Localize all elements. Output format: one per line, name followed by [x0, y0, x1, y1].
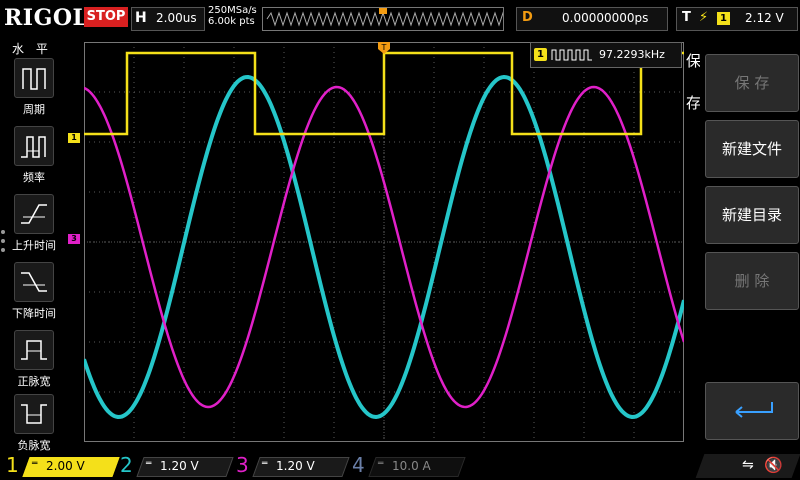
pulse-train-icon [551, 49, 592, 61]
scale-value: 2.00 V [46, 459, 85, 473]
frequency-measurement: 1 97.2293kHz [530, 42, 682, 68]
measure-channel: 1 [534, 48, 547, 61]
return-arrow-icon [735, 402, 773, 418]
measure-positive-width-button[interactable]: 正脉宽 [6, 330, 62, 392]
sample-rate: 250MSa/s [208, 5, 257, 16]
svg-text:T: T [381, 43, 387, 52]
dc-coupling-icon: ═ [32, 459, 38, 469]
delete-button[interactable]: 删 除 [705, 252, 799, 310]
ch1-offset-marker[interactable]: 1 [68, 133, 80, 143]
channel-status-bar: 1 ═ 2.00 V 2 ═ 1.20 V 3 ═ 1.20 V 4 ═ 10.… [0, 452, 800, 480]
save-button[interactable]: 保 存 [705, 54, 799, 112]
channel-number: 1 [6, 453, 19, 477]
channel-number: 3 [236, 453, 249, 477]
menu-title: 水 平 [12, 42, 52, 56]
memory-timeline[interactable] [262, 7, 504, 31]
trigger-level: 2.12 V [745, 11, 784, 25]
measure-frequency-button[interactable]: 频率 [6, 126, 62, 188]
menu-item-label: 负脉宽 [17, 439, 51, 452]
fall-time-icon [14, 262, 54, 302]
channel-number: 2 [120, 453, 133, 477]
channel-number: 4 [352, 453, 365, 477]
acquisition-info: 250MSa/s 6.00k pts [208, 5, 257, 27]
new-folder-button[interactable]: 新建目录 [705, 186, 799, 244]
usb-icon: ⇋ [742, 457, 754, 473]
trigger-source: 1 [717, 12, 730, 25]
measure-fall-time-button[interactable]: 下降时间 [6, 262, 62, 324]
delay-display[interactable]: D 0.00000000ps [516, 7, 668, 31]
speaker-muted-icon[interactable]: 🔇 [764, 456, 783, 474]
rising-edge-icon: ⚡ [699, 10, 709, 25]
menu-item-label: 下降时间 [12, 307, 56, 320]
trigger-label: T [682, 10, 691, 25]
scale-value: 1.20 V [160, 459, 199, 473]
delay-label: D [522, 10, 533, 25]
right-softkey-menu: 保 存 新建文件 新建目录 删 除 [700, 36, 800, 452]
dc-coupling-icon: ═ [262, 459, 268, 469]
measure-negative-width-button[interactable]: 负脉宽 [6, 394, 62, 456]
menu-item-label: 正脉宽 [17, 375, 51, 388]
positive-width-icon [14, 330, 54, 370]
menu-item-label: 频率 [23, 171, 45, 184]
measure-period-button[interactable]: 周期 [6, 58, 62, 120]
dc-coupling-icon: ═ [378, 459, 384, 469]
menu-item-label: 周期 [23, 103, 45, 116]
brand-logo: RIGOL [4, 5, 89, 31]
timebase-value: 2.00us [156, 11, 197, 25]
ch1-scale[interactable]: 1 ═ 2.00 V [6, 453, 120, 477]
page-indicator [1, 230, 5, 257]
left-measure-menu: 水 平 周期 频率 上升时间 下降时间 正脉宽 负脉宽 [0, 36, 64, 452]
ch4-scale[interactable]: 4 ═ 10.0 A [352, 453, 466, 477]
measure-rise-time-button[interactable]: 上升时间 [6, 194, 62, 256]
trigger-display[interactable]: T ⚡ 1 2.12 V [676, 7, 798, 31]
delay-value: 0.00000000ps [562, 11, 649, 25]
period-icon [14, 58, 54, 98]
ch2-scale[interactable]: 2 ═ 1.20 V [120, 453, 234, 477]
ch3-scale[interactable]: 3 ═ 1.20 V [236, 453, 350, 477]
return-button[interactable] [705, 382, 799, 440]
new-file-button[interactable]: 新建文件 [705, 120, 799, 178]
scale-value: 10.0 A [392, 459, 431, 473]
negative-width-icon [14, 394, 54, 434]
memory-depth: 6.00k pts [208, 16, 255, 27]
horizontal-label: H [135, 10, 147, 26]
frequency-value: 97.2293kHz [599, 48, 665, 61]
waveform-display[interactable]: T [84, 42, 684, 442]
top-status-bar: RIGOL STOP H 2.00us 250MSa/s 6.00k pts D… [0, 0, 800, 36]
menu-item-label: 上升时间 [12, 239, 56, 252]
dc-coupling-icon: ═ [146, 459, 152, 469]
run-stop-indicator[interactable]: STOP [84, 7, 128, 27]
scale-value: 1.20 V [276, 459, 315, 473]
horizontal-timebase[interactable]: H 2.00us [131, 7, 205, 31]
rise-time-icon [14, 194, 54, 234]
timeline-waveform-icon [266, 8, 503, 27]
frequency-icon [14, 126, 54, 166]
ch3-offset-marker[interactable]: 3 [68, 234, 80, 244]
